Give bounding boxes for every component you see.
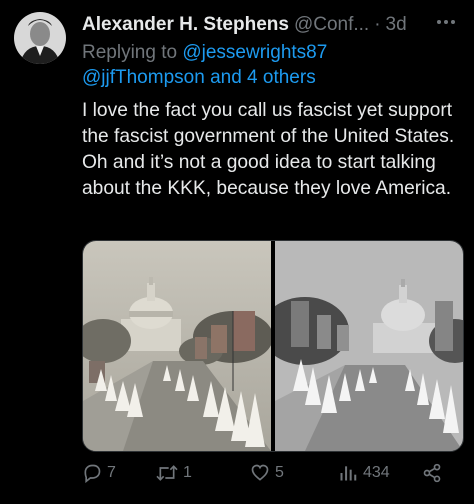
tweet-text: I love the fact you call us fascist yet …	[82, 100, 455, 199]
others-link[interactable]: 4 others	[247, 67, 316, 88]
heart-icon	[250, 463, 270, 483]
analytics-icon	[338, 463, 358, 483]
retweet-count: 1	[183, 464, 192, 481]
like-button[interactable]: 5	[250, 463, 284, 483]
mention-link[interactable]: @jjfThompson	[82, 67, 205, 88]
tweet-actions: 7 1 5 434	[82, 458, 452, 488]
photo-kkk-march-capitol-bw[interactable]	[275, 241, 463, 451]
separator-dot: ·	[374, 14, 381, 35]
reply-icon	[82, 463, 102, 483]
views-button[interactable]: 434	[338, 463, 390, 483]
share-button[interactable]	[422, 463, 442, 483]
retweet-button[interactable]: 1	[156, 463, 192, 483]
tweet-time[interactable]: 3d	[386, 14, 407, 36]
mention-link[interactable]: @jessewrights87	[182, 42, 327, 63]
share-icon	[422, 463, 442, 483]
avatar[interactable]	[14, 12, 66, 64]
display-name[interactable]: Alexander H. Stephens	[82, 14, 289, 36]
more-options-icon[interactable]	[434, 10, 458, 34]
replying-to-label: Replying to	[82, 42, 178, 63]
user-handle[interactable]: @Conf...	[294, 14, 369, 36]
reply-button[interactable]: 7	[82, 463, 116, 483]
tweet[interactable]: Alexander H. Stephens @Conf... · 3d Repl…	[0, 0, 474, 504]
tweet-header: Alexander H. Stephens @Conf... · 3d	[82, 12, 462, 38]
photo-kkk-march-capitol-color[interactable]	[83, 241, 271, 451]
like-count: 5	[275, 464, 284, 481]
reply-count: 7	[107, 464, 116, 481]
retweet-icon	[156, 463, 178, 483]
replying-to: Replying to @jessewrights87 @jjfThompson…	[82, 40, 462, 90]
and-connector: and	[210, 67, 242, 88]
views-count: 434	[363, 464, 390, 481]
media-grid[interactable]	[82, 240, 464, 452]
